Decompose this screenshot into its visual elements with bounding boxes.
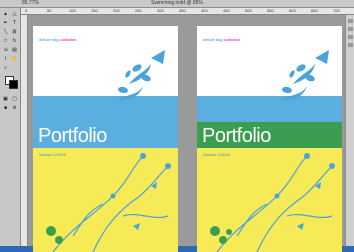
preview-view-icon[interactable]: ▢ xyxy=(11,96,18,102)
pen-tool-icon[interactable]: ✒ xyxy=(2,20,9,26)
vertical-ruler[interactable] xyxy=(21,15,28,246)
selection-tool-icon[interactable]: ▲ xyxy=(2,11,9,17)
version-label: Version 1/2016 xyxy=(39,152,66,157)
horizontal-ruler[interactable]: 0 50 100 150 200 250 300 350 400 450 500… xyxy=(21,8,354,15)
ruler-tick: 500 xyxy=(245,8,252,13)
panel-dock xyxy=(345,15,354,246)
page-1[interactable]: deluxe bag collection Portfolio Version … xyxy=(33,26,178,252)
scale-tool-icon[interactable]: ⇲ xyxy=(2,47,9,53)
gradient-tool-icon[interactable]: ▤ xyxy=(11,47,18,53)
apply-color-icon[interactable]: ■ xyxy=(2,105,9,111)
ruler-tick: 700 xyxy=(333,8,340,13)
panel-tab-icon[interactable] xyxy=(348,35,353,39)
ruler-tick: 650 xyxy=(311,8,318,13)
apply-none-icon[interactable]: ⊘ xyxy=(11,105,18,111)
stroke-swatch-icon[interactable] xyxy=(9,80,18,89)
type-tool-icon[interactable]: T xyxy=(11,20,18,26)
panel-tab-icon[interactable] xyxy=(348,19,353,23)
tools-panel: ▲ △ ✒ T ╲ ⊠ □ ↻ ⇲ ▤ ⌇ ✋ ⌕ ▣ ▢ ■ ⊘ xyxy=(0,8,21,246)
ruler-tick: 50 xyxy=(47,8,52,13)
ruler-tick: 550 xyxy=(267,8,274,13)
direct-selection-tool-icon[interactable]: △ xyxy=(11,11,18,17)
document-title: Swimming.indd @ 85% xyxy=(151,0,203,6)
page-title: Portfolio xyxy=(202,125,271,147)
ruler-tick: 350 xyxy=(179,8,186,13)
ruler-tick: 300 xyxy=(157,8,164,13)
panel-tab-icon[interactable] xyxy=(348,43,353,47)
frame-tool-icon[interactable]: ⊠ xyxy=(11,29,18,35)
line-tool-icon[interactable]: ╲ xyxy=(2,29,9,35)
indesign-window: 85.77% Swimming.indd @ 85% ▲ △ ✒ T ╲ ⊠ □… xyxy=(0,0,354,252)
ruler-tick: 150 xyxy=(91,8,98,13)
page-2[interactable]: deluxe bag collection Portfolio Version … xyxy=(197,26,342,252)
ruler-tick: 400 xyxy=(201,8,208,13)
title-bar: 85.77% Swimming.indd @ 85% xyxy=(0,0,354,8)
ruler-tick: 100 xyxy=(69,8,76,13)
zoom-tool-icon[interactable]: ⌕ xyxy=(2,65,9,71)
normal-view-icon[interactable]: ▣ xyxy=(2,96,9,102)
eyedropper-tool-icon[interactable]: ⌇ xyxy=(2,56,9,62)
ruler-tick: 0 xyxy=(25,8,28,13)
shape-tool-icon[interactable]: □ xyxy=(2,38,9,44)
hand-tool-icon[interactable]: ✋ xyxy=(11,56,18,62)
version-label: Version 1/2016 xyxy=(203,152,230,157)
ruler-tick: 450 xyxy=(223,8,230,13)
rotate-tool-icon[interactable]: ↻ xyxy=(11,38,18,44)
ruler-tick: 250 xyxy=(135,8,142,13)
panel-tab-icon[interactable] xyxy=(348,27,353,31)
page-title: Portfolio xyxy=(38,125,107,147)
pasteboard[interactable]: deluxe bag collection Portfolio Version … xyxy=(28,15,345,252)
ruler-tick: 600 xyxy=(289,8,296,13)
ruler-tick: 200 xyxy=(113,8,120,13)
